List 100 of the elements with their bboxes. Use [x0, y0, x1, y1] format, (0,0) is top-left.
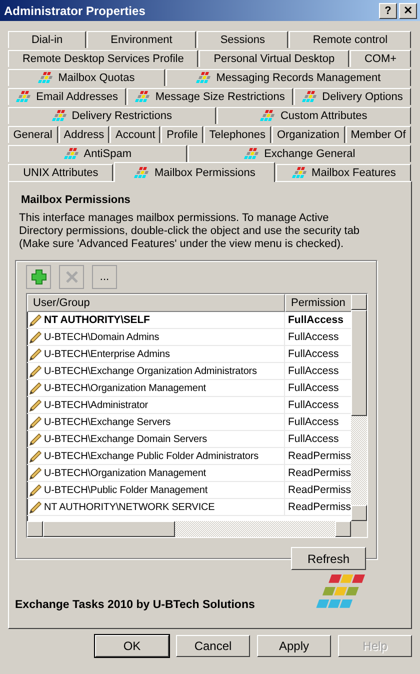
tab[interactable]: Mailbox Quotas [8, 69, 165, 86]
help-button[interactable]: ? [379, 2, 397, 18]
list-row[interactable]: NT AUTHORITY\NETWORK SERVICE ReadPermiss [27, 499, 351, 516]
user-cell: U-BTECH\Enterprise Admins [44, 348, 170, 360]
tab[interactable]: Dial-in [8, 31, 86, 48]
tab[interactable]: Delivery Restrictions [8, 107, 216, 124]
list-row[interactable]: U-BTECH\Exchange Public Folder Administrators ReadPermiss [27, 448, 351, 465]
close-button[interactable]: ✕ [399, 2, 417, 18]
user-cell: U-BTECH\Exchange Organization Administrators [44, 366, 257, 376]
permission-cell: FullAccess [288, 314, 344, 326]
pencil-icon [28, 381, 42, 395]
pencil-icon [28, 500, 42, 514]
tab[interactable]: Custom Attributes [216, 107, 412, 124]
dialog-button[interactable]: Cancel [176, 635, 250, 657]
tab[interactable]: General [8, 126, 58, 143]
permission-cell: FullAccess [288, 416, 339, 428]
flag-icon [196, 72, 212, 84]
flag-icon [260, 110, 276, 122]
user-cell: U-BTECH\Administrator [44, 400, 148, 410]
refresh-button[interactable]: Refresh [291, 547, 366, 570]
cross-icon [64, 270, 78, 284]
pencil-icon [28, 347, 42, 361]
list-row[interactable]: U-BTECH\Domain Admins FullAccess [27, 329, 351, 346]
pencil-icon [28, 466, 42, 480]
plus-icon [30, 269, 46, 285]
flag-icon [302, 91, 318, 103]
list-row[interactable]: U-BTECH\Exchange Servers FullAccess [27, 414, 351, 431]
more-button[interactable]: ... [92, 265, 117, 289]
pencil-icon [28, 330, 42, 344]
column-header[interactable]: User/Group [27, 294, 285, 312]
flag-icon [38, 72, 54, 84]
user-cell: U-BTECH\Public Folder Management [44, 484, 208, 496]
permission-cell: ReadPermiss [288, 467, 351, 479]
pencil-icon [28, 483, 42, 497]
tab[interactable]: Remote Desktop Services Profile [8, 50, 198, 67]
list-row[interactable]: U-BTECH\Exchange Domain Servers FullAccess [27, 431, 351, 448]
tab[interactable]: Telephones [204, 126, 271, 143]
user-cell: U-BTECH\Exchange Servers [44, 416, 171, 428]
scrollbar-corner [351, 521, 367, 537]
tab[interactable]: Email Addresses [8, 88, 126, 105]
user-cell: NT AUTHORITY\NETWORK SERVICE [44, 502, 215, 512]
permission-cell: ReadPermiss [288, 484, 351, 496]
tab[interactable]: Environment [87, 31, 196, 48]
column-header[interactable]: Permission [285, 294, 351, 312]
permission-cell: ReadPermiss [288, 501, 351, 513]
tab[interactable]: Address [58, 126, 110, 143]
permission-cell: FullAccess [288, 365, 339, 377]
description-text: This interface manages mailbox permissions. To manage Active Directory permissions, double-click the object and use the security tab (Make sure 'Advanced Features' under the view menu is checked). [19, 212, 361, 251]
list-row[interactable]: NT AUTHORITY\SELF FullAccess [27, 312, 351, 329]
tab[interactable]: Message Size Restrictions [127, 88, 294, 105]
tab[interactable]: Sessions [196, 31, 288, 48]
flag-icon [244, 148, 260, 160]
flag-icon [135, 91, 152, 103]
list-row[interactable]: U-BTECH\Enterprise Admins FullAccess [27, 346, 351, 363]
section-heading: Mailbox Permissions [21, 194, 132, 206]
tab[interactable]: Mailbox Permissions [114, 162, 276, 182]
footer-text: Exchange Tasks 2010 by U-BTech Solutions [15, 599, 255, 611]
permission-cell: FullAccess [288, 331, 339, 343]
tab[interactable]: Remote control [289, 31, 411, 48]
pencil-icon [28, 432, 42, 446]
dialog-button[interactable]: Apply [257, 635, 331, 657]
user-cell: NT AUTHORITY\SELF [44, 314, 150, 326]
tab[interactable]: Account [110, 126, 160, 143]
tab[interactable]: AntiSpam [8, 145, 188, 162]
tab[interactable]: Personal Virtual Desktop [199, 50, 350, 67]
window-title: Administrator Properties [4, 4, 146, 18]
flag-icon [292, 167, 308, 179]
add-button[interactable] [26, 265, 51, 289]
permission-cell: FullAccess [288, 433, 339, 445]
pencil-icon [28, 313, 42, 327]
list-row[interactable]: U-BTECH\Public Folder Management ReadPermiss [27, 482, 351, 499]
tab[interactable]: Exchange General [188, 145, 412, 162]
horizontal-scrollbar[interactable] [27, 521, 351, 537]
tab[interactable]: COM+ [350, 50, 411, 67]
permission-cell: FullAccess [288, 348, 339, 360]
dialog-button[interactable]: OK [95, 635, 169, 657]
tab[interactable]: Messaging Records Management [166, 69, 412, 86]
user-cell: U-BTECH\Domain Admins [44, 332, 160, 342]
permission-cell: FullAccess [288, 382, 339, 394]
tab[interactable]: Profile [161, 126, 204, 143]
list-row[interactable]: U-BTECH\Administrator FullAccess [27, 397, 351, 414]
user-cell: U-BTECH\Organization Management [44, 382, 206, 394]
list-row[interactable]: U-BTECH\Organization Management FullAccess [27, 380, 351, 397]
user-cell: U-BTECH\Exchange Public Folder Administrators [44, 450, 258, 462]
tab[interactable]: Member Of [346, 126, 411, 143]
flag-icon [134, 166, 150, 178]
tab[interactable]: Mailbox Features [276, 164, 412, 181]
pencil-icon [28, 415, 42, 429]
list-row[interactable]: U-BTECH\Organization Management ReadPermiss [27, 465, 351, 482]
tab[interactable]: Delivery Options [294, 88, 411, 105]
flag-icon [16, 91, 32, 103]
tab[interactable]: Organization [272, 126, 345, 143]
user-cell: U-BTECH\Organization Management [44, 468, 206, 478]
vertical-scrollbar[interactable] [351, 294, 367, 521]
permission-cell: ReadPermiss [288, 450, 351, 462]
pencil-icon [28, 364, 42, 378]
list-row[interactable]: U-BTECH\Exchange Organization Administrators FullAccess [27, 363, 351, 380]
permission-cell: FullAccess [288, 399, 339, 411]
tab[interactable]: UNIX Attributes [8, 164, 114, 181]
flag-icon [52, 110, 68, 122]
